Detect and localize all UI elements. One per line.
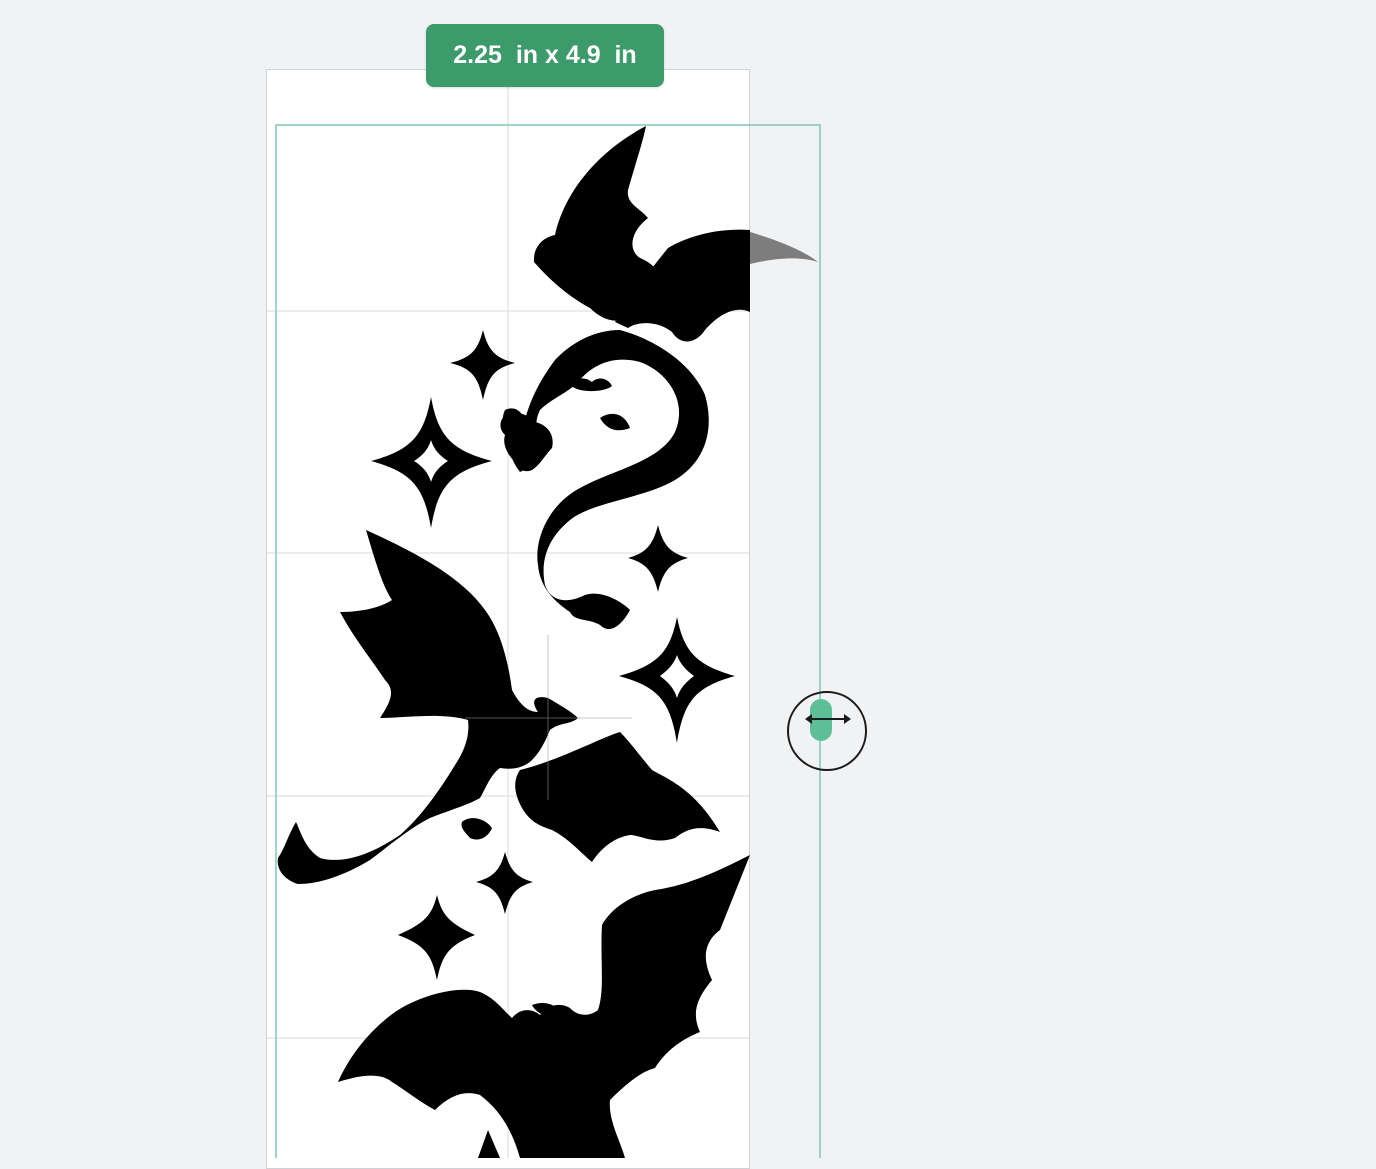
horizontal-resize-arrows-icon	[805, 714, 851, 724]
size-dimensions-badge: 2.25 in x 4.9 in	[426, 24, 664, 87]
canvas-workspace[interactable]: 2.25 in x 4.9 in	[0, 0, 1376, 1169]
resize-handle[interactable]	[787, 691, 867, 771]
